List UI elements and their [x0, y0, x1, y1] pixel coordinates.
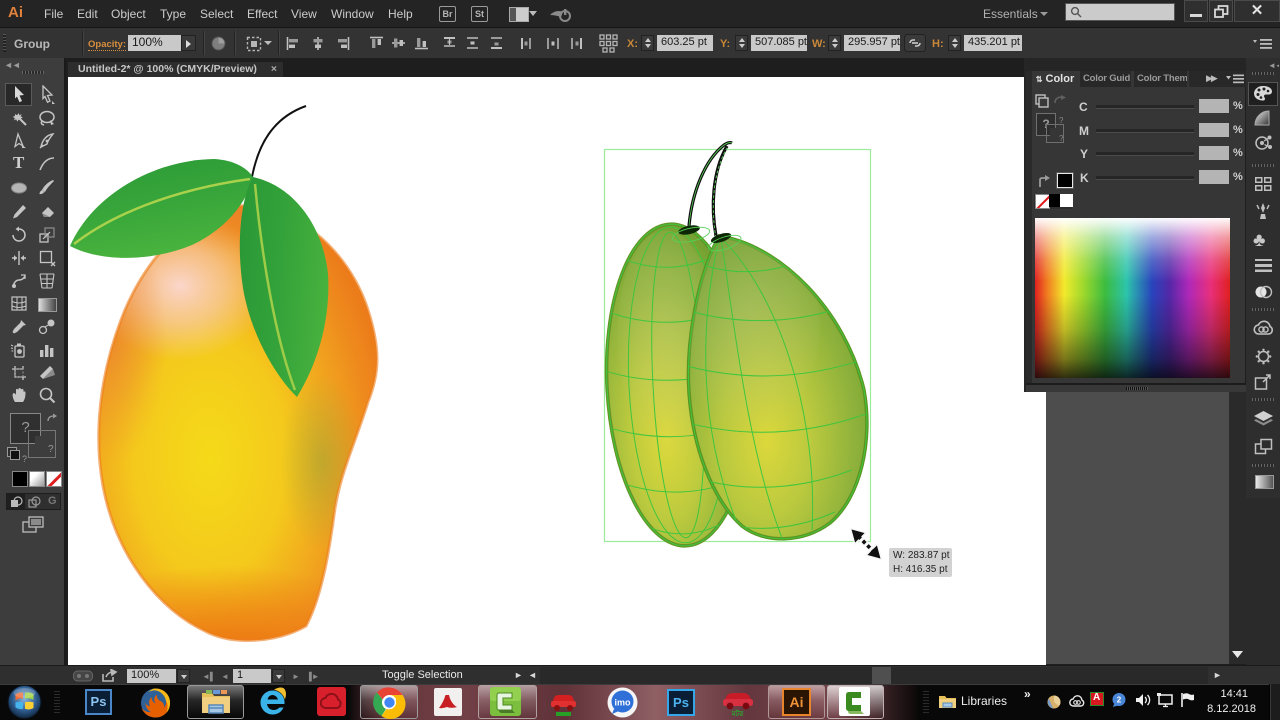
svg-text:2: 2 [1117, 696, 1122, 705]
svg-text:ম৊টর: ম৊টর [731, 708, 745, 718]
svg-text:imo: imo [614, 698, 631, 708]
